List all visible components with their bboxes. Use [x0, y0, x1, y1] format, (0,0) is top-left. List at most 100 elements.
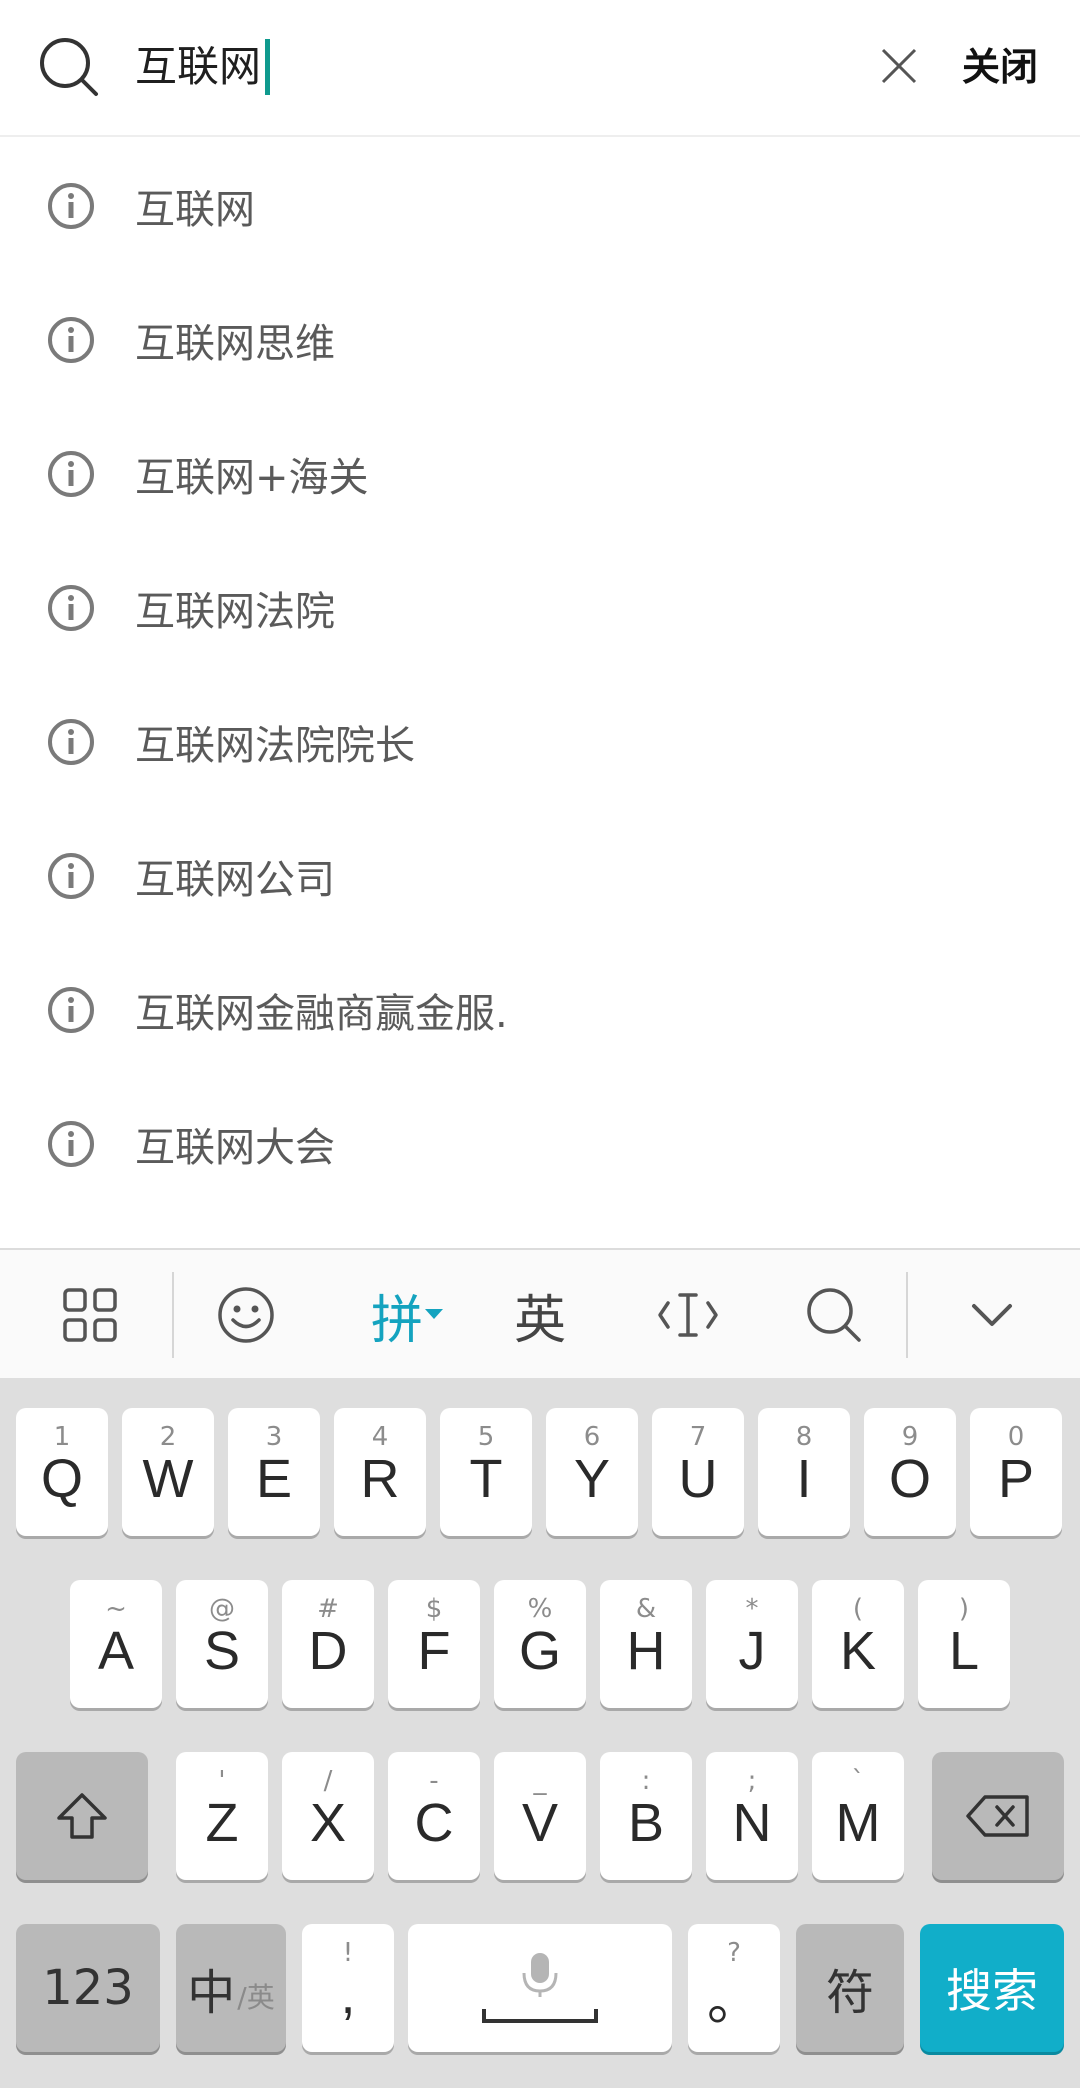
numbers-key[interactable]: 123 [16, 1924, 160, 2052]
suggestion-list: 互联网 互联网思维 互联网+海关 互联网法院 互联网法院院长 互联网公司 互联网… [0, 139, 1080, 1211]
english-mode-button[interactable]: 英 [490, 1250, 590, 1380]
key-hint: 0 [1007, 1422, 1025, 1452]
space-key[interactable] [408, 1924, 672, 2052]
key-e[interactable]: 3E [228, 1408, 320, 1536]
key-l[interactable]: ) L [918, 1580, 1010, 1708]
key-v[interactable]: _ V [494, 1752, 586, 1880]
key-hint: ) [958, 1594, 970, 1624]
symbols-key[interactable]: 符 [796, 1924, 904, 2052]
close-button[interactable]: 关闭 [962, 36, 1038, 98]
key-hint: 8 [795, 1422, 813, 1452]
key-g[interactable]: % G [494, 1580, 586, 1708]
key-h[interactable]: & H [600, 1580, 692, 1708]
key-u[interactable]: 7U [652, 1408, 744, 1536]
english-label: 英 [513, 1290, 566, 1351]
language-toggle-key[interactable]: 中/英 [176, 1924, 286, 2052]
info-icon [48, 1121, 94, 1167]
key-label: J [738, 1621, 766, 1681]
key-hint: ! [342, 1938, 354, 1968]
key-label: W [142, 1449, 194, 1509]
key-q[interactable]: 1Q [16, 1408, 108, 1536]
key-label: A [97, 1621, 135, 1681]
key-hint: 3 [265, 1422, 283, 1452]
key-label: F [417, 1621, 451, 1681]
key-label: I [796, 1449, 812, 1509]
suggestion-item[interactable]: 互联网金融商赢金服. [0, 943, 1080, 1077]
key-m[interactable]: ` M [812, 1752, 904, 1880]
key-label: P [997, 1449, 1035, 1509]
key-hint: ` [851, 1766, 865, 1796]
search-submit-label: 搜索 [946, 1964, 1038, 2018]
key-j[interactable]: * J [706, 1580, 798, 1708]
key-label: T [469, 1449, 503, 1509]
pinyin-mode-button[interactable]: 拼 [352, 1250, 462, 1380]
clear-icon[interactable] [879, 46, 919, 86]
comma-key[interactable]: ! , [302, 1924, 394, 2052]
key-label: S [203, 1621, 241, 1681]
key-label: L [948, 1621, 980, 1681]
key-label: R [360, 1449, 400, 1509]
keyboard-search-icon[interactable] [784, 1250, 884, 1380]
suggestion-item[interactable]: 互联网法院院长 [0, 675, 1080, 809]
key-hint: ; [747, 1766, 757, 1796]
key-n[interactable]: ; N [706, 1752, 798, 1880]
backspace-key[interactable] [932, 1752, 1064, 1880]
key-hint: % [527, 1594, 553, 1624]
suggestion-item[interactable]: 互联网大会 [0, 1077, 1080, 1211]
key-c[interactable]: -C [388, 1752, 480, 1880]
info-icon [48, 585, 94, 631]
emoji-icon[interactable] [196, 1250, 296, 1380]
key-a[interactable]: ~ A [70, 1580, 162, 1708]
key-f[interactable]: $ F [388, 1580, 480, 1708]
key-hint: ~ [105, 1594, 127, 1624]
suggestion-item[interactable]: 互联网公司 [0, 809, 1080, 943]
key-label: V [521, 1793, 559, 1853]
shift-key[interactable] [16, 1752, 148, 1880]
key-s[interactable]: @ S [176, 1580, 268, 1708]
search-submit-button[interactable]: 搜索 [920, 1924, 1064, 2052]
key-d[interactable]: # D [282, 1580, 374, 1708]
key-y[interactable]: 6Y [546, 1408, 638, 1536]
suggestion-label: 互联网大会 [135, 1125, 335, 1171]
key-hint: * [745, 1594, 759, 1624]
key-label: H [626, 1621, 666, 1681]
key-w[interactable]: 2W [122, 1408, 214, 1536]
hide-keyboard-icon[interactable] [942, 1250, 1042, 1380]
info-icon [48, 853, 94, 899]
key-z[interactable]: ' Z [176, 1752, 268, 1880]
key-x[interactable]: / X [282, 1752, 374, 1880]
search-input[interactable]: 互联网 [135, 36, 271, 98]
key-label: X [309, 1793, 347, 1853]
microphone-icon [482, 1953, 598, 2023]
period-key[interactable]: ? 。 [688, 1924, 780, 2052]
key-k[interactable]: (K [812, 1580, 904, 1708]
key-hint: 7 [689, 1422, 707, 1452]
suggestion-item[interactable]: 互联网+海关 [0, 407, 1080, 541]
key-hint: / [323, 1766, 333, 1796]
backspace-icon [966, 1795, 1029, 1837]
key-hint: 4 [371, 1422, 389, 1452]
key-r[interactable]: 4R [334, 1408, 426, 1536]
key-label: C [414, 1793, 454, 1853]
suggestion-item[interactable]: 互联网 [0, 139, 1080, 273]
keyboard: 1Q 2W 3E 4R 5T 6Y 7U 8I 9O 0P ~ A @ S # D $… [0, 1378, 1080, 2088]
suggestion-label: 互联网法院院长 [135, 723, 415, 769]
info-icon [48, 987, 94, 1033]
key-hint: _ [533, 1766, 547, 1796]
cursor-move-icon[interactable] [638, 1250, 738, 1380]
key-i[interactable]: 8I [758, 1408, 850, 1536]
grid-menu-icon[interactable] [40, 1250, 140, 1380]
info-icon [48, 451, 94, 497]
suggestion-item[interactable]: 互联网法院 [0, 541, 1080, 675]
search-icon [40, 38, 98, 96]
key-o[interactable]: 9O [864, 1408, 956, 1536]
key-label: Q [40, 1449, 83, 1509]
key-p[interactable]: 0P [970, 1408, 1062, 1536]
key-b[interactable]: :B [600, 1752, 692, 1880]
key-hint: : [641, 1766, 651, 1796]
key-hint: @ [209, 1594, 235, 1624]
key-t[interactable]: 5T [440, 1408, 532, 1536]
pinyin-label: 拼 [370, 1290, 423, 1351]
suggestion-item[interactable]: 互联网思维 [0, 273, 1080, 407]
key-hint: 6 [583, 1422, 601, 1452]
